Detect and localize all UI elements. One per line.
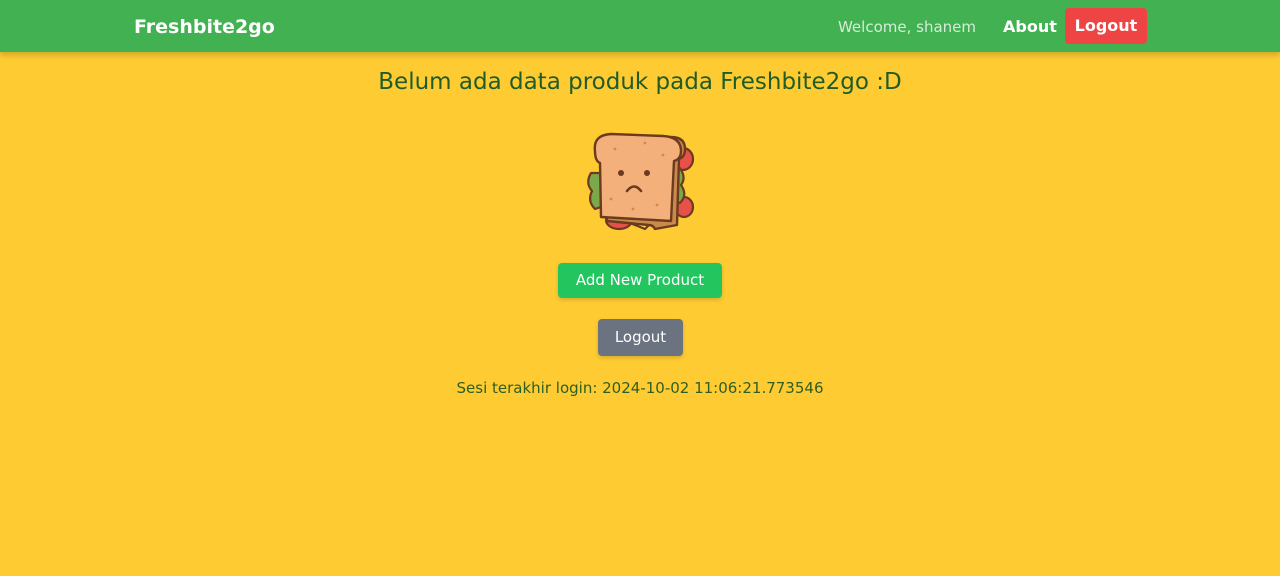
logout-button[interactable]: Logout [598, 319, 683, 356]
welcome-text: Welcome, shanem [837, 18, 976, 36]
top-navbar: Freshbite2go Welcome, shanem About Logou… [0, 0, 1280, 52]
nav-logout-button[interactable]: Logout [1065, 8, 1147, 44]
sad-sandwich-icon [583, 129, 698, 235]
nav-about-link[interactable]: About [1003, 16, 1057, 38]
last-login-text: Sesi terakhir login: 2024-10-02 11:06:21… [456, 379, 824, 397]
empty-state-heading: Belum ada data produk pada Freshbite2go … [378, 69, 902, 95]
brand-logo[interactable]: Freshbite2go [134, 15, 275, 39]
add-new-product-button[interactable]: Add New Product [558, 263, 722, 298]
